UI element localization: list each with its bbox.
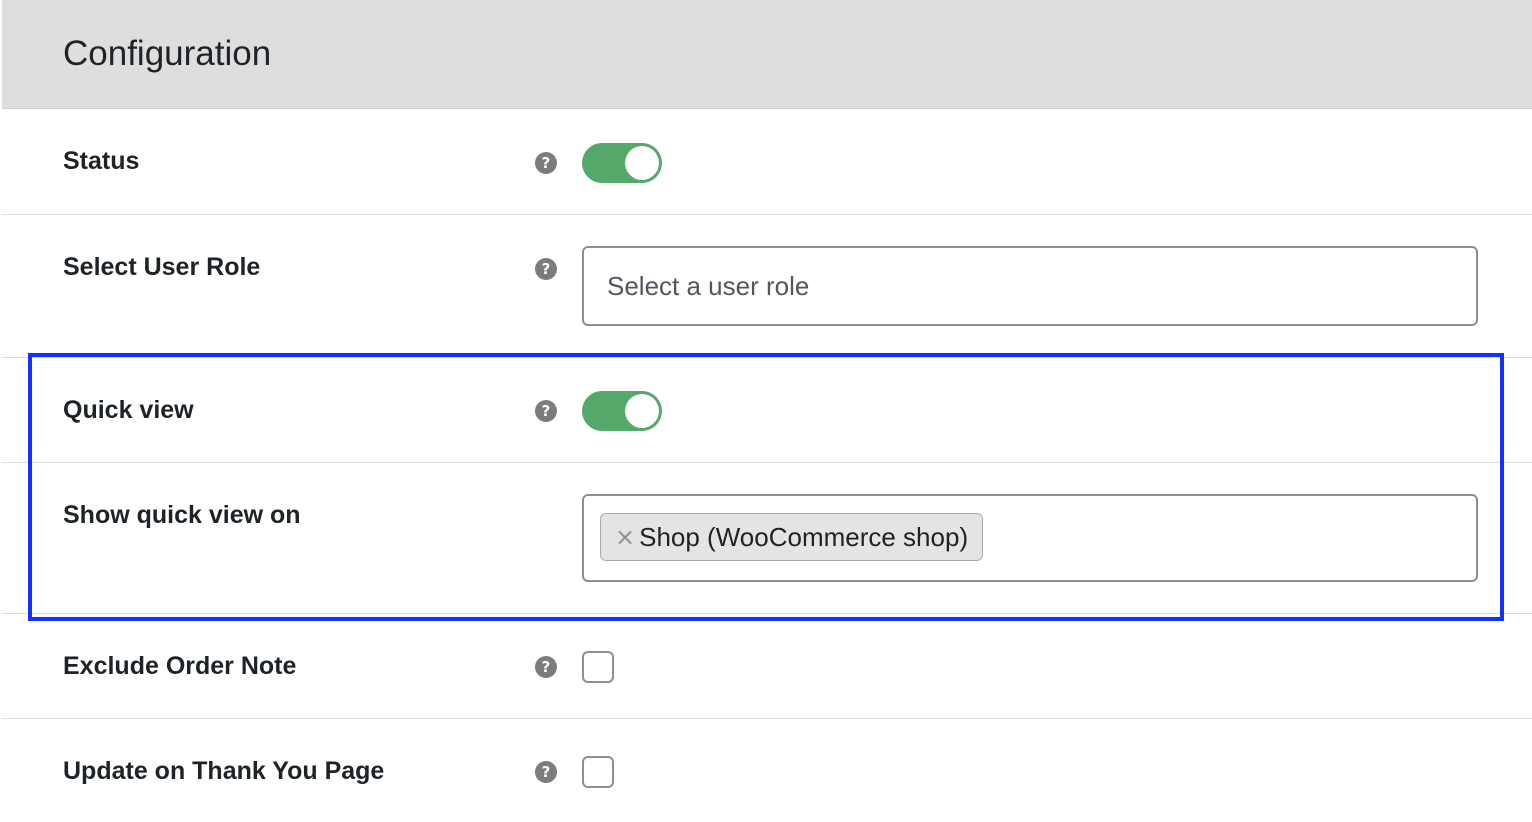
update-on-thank-you-checkbox[interactable] xyxy=(582,756,614,788)
question-mark-icon[interactable]: ? xyxy=(535,258,557,280)
show-quick-view-on-label: Show quick view on xyxy=(63,501,301,529)
question-mark-icon[interactable]: ? xyxy=(535,761,557,783)
setting-row-user-role: Select User Role ? Select a user role xyxy=(2,215,1532,358)
configuration-panel: Configuration Status ? Select User Role … xyxy=(2,0,1532,822)
update-on-thank-you-label: Update on Thank You Page xyxy=(63,757,385,785)
remove-tag-icon[interactable]: × xyxy=(615,525,635,549)
question-mark-icon[interactable]: ? xyxy=(535,152,557,174)
setting-row-show-quick-view-on: Show quick view on × Shop (WooCommerce s… xyxy=(2,463,1532,614)
exclude-order-note-label: Exclude Order Note xyxy=(63,652,297,680)
setting-row-status: Status ? xyxy=(2,109,1532,215)
exclude-order-note-checkbox[interactable] xyxy=(582,651,614,683)
question-mark-icon[interactable]: ? xyxy=(535,400,557,422)
show-quick-view-on-select[interactable]: × Shop (WooCommerce shop) xyxy=(582,494,1478,582)
selected-tag: × Shop (WooCommerce shop) xyxy=(600,513,984,561)
setting-row-exclude-order-note: Exclude Order Note ? xyxy=(2,614,1532,719)
panel-header: Configuration xyxy=(2,0,1532,109)
quick-view-label: Quick view xyxy=(63,396,194,424)
toggle-knob xyxy=(625,394,659,428)
user-role-placeholder: Select a user role xyxy=(607,271,810,301)
user-role-select[interactable]: Select a user role xyxy=(582,246,1478,326)
quick-view-toggle[interactable] xyxy=(582,391,662,431)
status-toggle[interactable] xyxy=(582,143,662,183)
tag-label: Shop (WooCommerce shop) xyxy=(639,522,969,552)
status-label: Status xyxy=(63,147,140,175)
question-mark-icon[interactable]: ? xyxy=(535,656,557,678)
page-title: Configuration xyxy=(63,34,272,73)
toggle-knob xyxy=(625,146,659,180)
setting-row-update-on-thank-you: Update on Thank You Page ? xyxy=(2,719,1532,822)
user-role-label: Select User Role xyxy=(63,253,261,281)
setting-row-quick-view: Quick view ? xyxy=(2,358,1532,463)
